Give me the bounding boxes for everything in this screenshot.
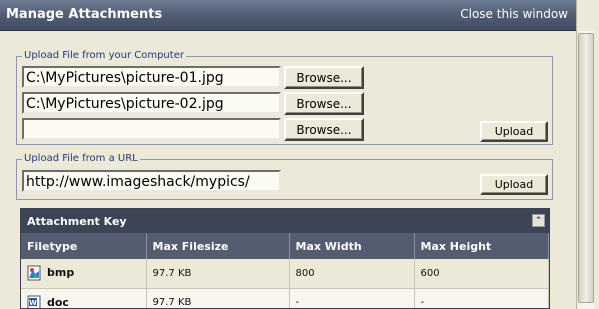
file-input-2[interactable]: C:\MyPictures\picture-02.jpg — [22, 92, 281, 114]
table-row: W doc 97.7 KB - - — [21, 288, 549, 309]
max-filesize-cell: 97.7 KB — [146, 259, 290, 289]
max-width-cell: - — [289, 288, 415, 308]
collapse-icon[interactable]: ⌃ — [532, 214, 545, 227]
browse-button-1[interactable]: Browse... — [284, 66, 364, 89]
filetype-label: bmp — [47, 266, 75, 280]
attachment-key-header: Attachment Key ⌃ — [21, 209, 549, 233]
column-header-max-width: Max Width — [289, 233, 415, 259]
browse-button-3[interactable]: Browse... — [284, 118, 364, 141]
upload-url-button[interactable]: Upload — [480, 174, 548, 195]
scrollbar-thumb[interactable] — [578, 33, 594, 303]
column-header-max-filesize: Max Filesize — [146, 233, 290, 259]
table-row: bmp 97.7 KB 800 600 — [21, 259, 549, 289]
bmp-file-icon — [27, 265, 41, 281]
doc-file-icon: W — [27, 295, 41, 308]
max-filesize-cell: 97.7 KB — [146, 288, 290, 308]
max-height-cell: - — [414, 288, 549, 308]
column-header-filetype: Filetype — [21, 233, 147, 259]
file-input-3[interactable] — [22, 118, 281, 140]
max-width-cell: 800 — [289, 259, 415, 289]
file-input-1[interactable]: C:\MyPictures\picture-01.jpg — [22, 66, 281, 88]
filetype-cell: bmp — [21, 259, 147, 289]
filetype-cell: W doc — [21, 288, 147, 309]
attachment-key-title: Attachment Key — [27, 215, 127, 228]
close-window-link[interactable]: Close this window — [460, 7, 568, 21]
table-header-row: Filetype Max Filesize Max Width Max Heig… — [21, 233, 549, 259]
upload-computer-button[interactable]: Upload — [480, 121, 548, 142]
attachment-key-panel: Attachment Key ⌃ Filetype Max Filesize M… — [20, 208, 550, 309]
upload-computer-legend: Upload File from your Computer — [22, 50, 186, 61]
svg-text:W: W — [29, 299, 37, 307]
column-header-max-height: Max Height — [414, 233, 549, 259]
window-title: Manage Attachments — [6, 7, 163, 22]
max-height-cell: 600 — [414, 259, 549, 289]
url-input[interactable]: http://www.imageshack/mypics/ — [22, 170, 281, 192]
attachment-key-table: Filetype Max Filesize Max Width Max Heig… — [21, 233, 549, 309]
upload-url-legend: Upload File from a URL — [22, 153, 140, 164]
browse-button-2[interactable]: Browse... — [284, 92, 364, 115]
window-titlebar: Manage Attachments Close this window — [0, 0, 576, 31]
filetype-label: doc — [47, 295, 69, 309]
